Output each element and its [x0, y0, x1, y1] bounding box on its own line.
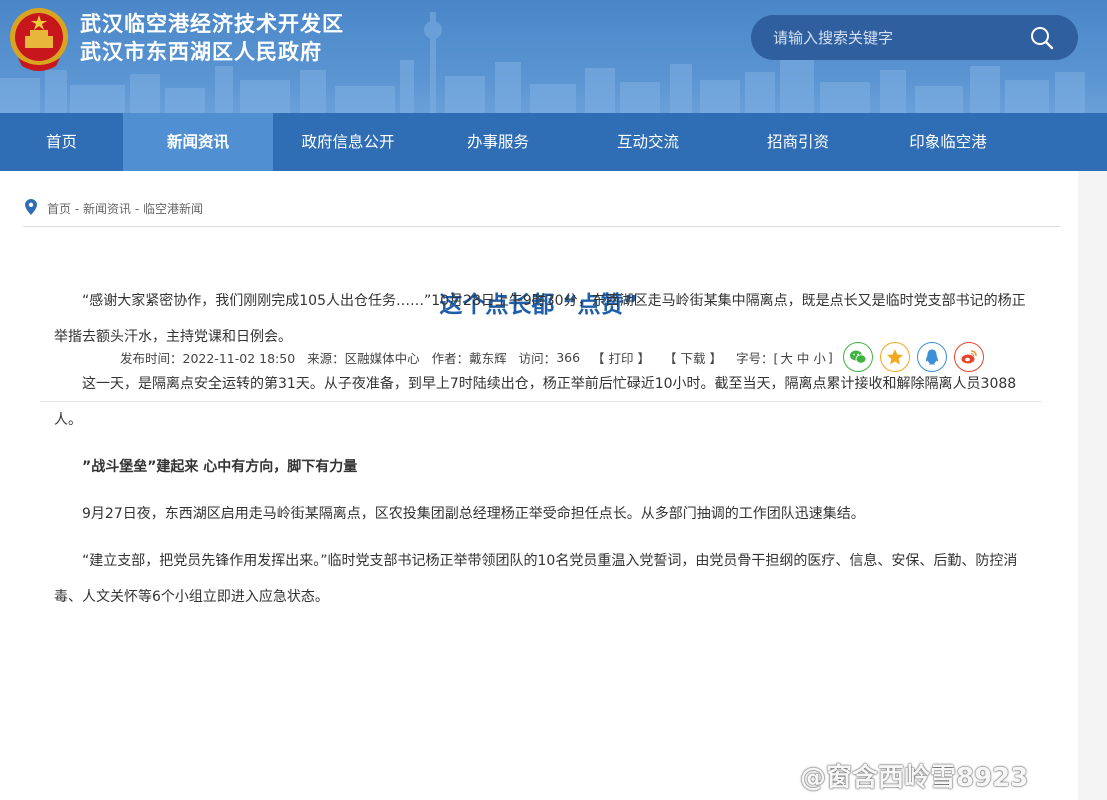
- breadcrumb-links: 首页 - 新闻资讯 - 临空港新闻: [47, 200, 203, 217]
- nav-item-home[interactable]: 首页: [0, 113, 123, 171]
- nav-item-investment[interactable]: 招商引资: [723, 113, 873, 171]
- breadcrumb-separator: -: [131, 202, 143, 216]
- site-title-line-1: 武汉临空港经济技术开发区: [80, 12, 344, 36]
- nav-item-news[interactable]: 新闻资讯: [123, 113, 273, 171]
- article-paragraph: 9月27日夜，东西湖区启用走马岭街某隔离点，区农投集团副总经理杨正举受命担任点长…: [82, 506, 865, 522]
- weibo-watermark: @窗含西岭雪8923: [800, 763, 1029, 793]
- site-header: 武汉临空港经济技术开发区 武汉市东西湖区人民政府: [0, 0, 1107, 113]
- article-subheading: ”战斗堡垒”建起来 心中有方向，脚下有力量: [82, 459, 358, 475]
- location-pin-icon: [25, 199, 37, 215]
- site-title-line-2: 武汉市东西湖区人民政府: [80, 40, 322, 64]
- search-box: [751, 15, 1078, 60]
- breadcrumb-separator: -: [71, 202, 83, 216]
- national-emblem-icon: [10, 8, 68, 71]
- breadcrumb-current[interactable]: 临空港新闻: [143, 202, 203, 216]
- search-input[interactable]: [773, 25, 1023, 50]
- site-title: 武汉临空港经济技术开发区 武汉市东西湖区人民政府: [80, 10, 344, 66]
- nav-item-services[interactable]: 办事服务: [423, 113, 573, 171]
- search-icon[interactable]: [1030, 26, 1054, 50]
- article-paragraph: 这一天，是隔离点安全运转的第31天。从子夜准备，到早上7时陆续出仓，杨正举前后忙…: [54, 376, 1017, 428]
- article-paragraph: “感谢大家紧密协作，我们刚刚完成105人出仓任务……”10月28日上午9时30分…: [54, 293, 1026, 345]
- main-nav: 首页 新闻资讯 政府信息公开 办事服务 互动交流 招商引资 印象临空港: [0, 113, 1107, 171]
- article-paragraph: “建立支部，把党员先锋作用发挥出来。”临时党支部书记杨正举带领团队的10名党员重…: [54, 553, 1018, 605]
- breadcrumb-news[interactable]: 新闻资讯: [83, 202, 131, 216]
- breadcrumb: 首页 - 新闻资讯 - 临空港新闻: [23, 199, 1060, 227]
- nav-item-impression[interactable]: 印象临空港: [873, 113, 1023, 171]
- nav-item-gov-info[interactable]: 政府信息公开: [273, 113, 423, 171]
- breadcrumb-home[interactable]: 首页: [47, 202, 71, 216]
- nav-item-interaction[interactable]: 互动交流: [573, 113, 723, 171]
- article-body: “感谢大家紧密协作，我们刚刚完成105人出仓任务……”10月28日上午9时30分…: [54, 283, 1029, 626]
